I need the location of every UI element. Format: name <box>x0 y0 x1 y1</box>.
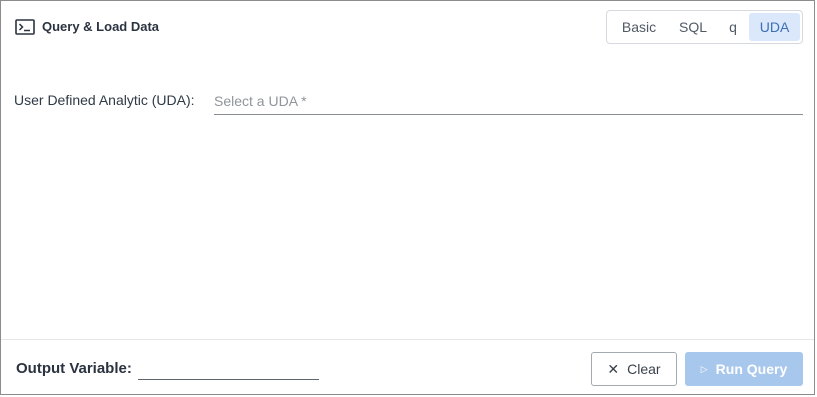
panel-header: Query & Load Data Basic SQL q UDA <box>1 1 814 53</box>
uda-select-placeholder: Select a UDA * <box>214 93 307 109</box>
mode-basic-button[interactable]: Basic <box>609 13 669 41</box>
mode-q-button[interactable]: q <box>717 13 749 41</box>
panel-title-text: Query & Load Data <box>42 19 160 34</box>
panel-footer: Output Variable: ✕ Clear ▷ Run Query <box>1 339 814 394</box>
panel-title: Query & Load Data <box>15 17 159 37</box>
play-icon: ▷ <box>700 364 708 374</box>
close-icon: ✕ <box>607 361 620 377</box>
query-mode-selector: Basic SQL q UDA <box>606 10 803 44</box>
output-variable-label: Output Variable: <box>16 360 132 377</box>
mode-sql-button[interactable]: SQL <box>669 13 717 41</box>
terminal-icon <box>15 19 35 35</box>
uda-select[interactable]: Select a UDA * <box>214 89 803 115</box>
uda-field-label: User Defined Analytic (UDA): <box>14 92 195 108</box>
clear-button-label: Clear <box>627 361 661 377</box>
output-variable-input[interactable] <box>138 358 319 380</box>
run-query-button[interactable]: ▷ Run Query <box>685 352 803 386</box>
mode-uda-button[interactable]: UDA <box>749 13 800 41</box>
clear-button[interactable]: ✕ Clear <box>591 352 677 386</box>
query-load-data-panel: Query & Load Data Basic SQL q UDA User D… <box>0 0 815 395</box>
run-query-button-label: Run Query <box>715 361 788 377</box>
